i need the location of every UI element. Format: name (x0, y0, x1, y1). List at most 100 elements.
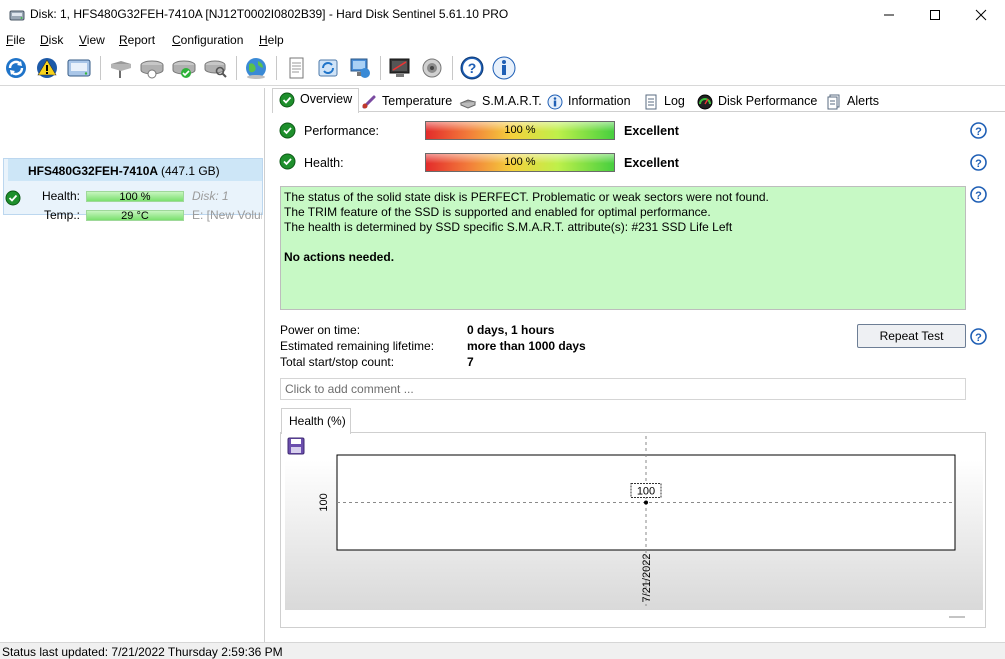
svg-text:?: ? (975, 158, 982, 170)
tab-temperature-label: Temperature (382, 94, 453, 108)
alerts-document-icon (827, 94, 840, 110)
lifetime-label: Estimated remaining lifetime: (280, 339, 435, 353)
info-icon (547, 94, 563, 110)
tab-overview-label: Overview (300, 92, 353, 106)
temp-label: Temp.: (43, 208, 80, 222)
maximize-button[interactable] (912, 0, 958, 30)
alert-warning-icon (37, 58, 57, 78)
disk-test-icon (140, 60, 164, 79)
update-button[interactable] (314, 54, 342, 82)
disk-info-icon (67, 59, 91, 77)
close-button[interactable] (958, 0, 1004, 30)
status-line: The status of the solid state disk is PE… (284, 190, 769, 204)
lifetime-value: more than 1000 days (467, 339, 586, 353)
tab-disk-performance[interactable]: Disk Performance (690, 90, 824, 112)
tab-smart-label: S.M.A.R.T. (482, 94, 542, 108)
comment-input[interactable]: Click to add comment ... (280, 378, 966, 400)
tab-overview[interactable]: Overview (272, 88, 360, 113)
disk-capacity: (447.1 GB) (160, 164, 220, 178)
close-icon (975, 9, 987, 21)
disk-ok-icon (172, 60, 196, 78)
network-icon (350, 58, 370, 78)
minimize-button[interactable] (866, 0, 912, 30)
volume-label: E: [New Volume] (192, 208, 262, 222)
disk-search-button[interactable] (202, 54, 230, 82)
svg-text:?: ? (468, 60, 477, 76)
status-bar: Status last updated: 7/21/2022 Thursday … (0, 642, 1005, 659)
health-row-label: Health: (304, 156, 344, 170)
startstop-label: Total start/stop count: (280, 355, 395, 369)
y-tick-label: 100 (318, 493, 330, 511)
maximize-icon (930, 10, 940, 20)
tab-log[interactable]: Log (636, 90, 692, 112)
menu-help[interactable]: Help (259, 33, 284, 47)
svg-text:?: ? (975, 190, 982, 202)
tab-log-label: Log (664, 94, 685, 108)
menu-view[interactable]: View (79, 33, 105, 47)
disk-info-button[interactable] (65, 54, 93, 82)
alert-button[interactable] (33, 54, 61, 82)
health-row-ok-icon (279, 153, 296, 170)
toolbar: ? (0, 50, 1005, 86)
menu-file[interactable]: File (6, 33, 25, 47)
repeat-help-icon[interactable]: ? (970, 328, 987, 345)
sound-icon (422, 58, 442, 78)
about-icon (492, 56, 516, 80)
performance-bar: 100 % (425, 121, 615, 140)
data-point (644, 500, 648, 505)
tab-smart[interactable]: S.M.A.R.T. (452, 90, 549, 112)
performance-label: Performance: (304, 124, 380, 138)
monitor-button[interactable] (386, 54, 414, 82)
performance-help-icon[interactable]: ? (970, 122, 987, 139)
about-button[interactable] (490, 54, 518, 82)
help-icon: ? (460, 56, 484, 80)
toolbar-separator (452, 56, 453, 80)
tab-temperature[interactable]: Temperature (354, 90, 459, 112)
report-icon (289, 57, 304, 79)
disk-test-button[interactable] (138, 54, 166, 82)
tab-information-label: Information (568, 94, 631, 108)
status-action: No actions needed. (284, 250, 395, 264)
status-line: The health is determined by SSD specific… (284, 220, 733, 234)
disk-card[interactable]: HFS480G32FEH-7410A (447.1 GB) Health: 10… (3, 158, 263, 222)
log-document-icon (645, 94, 657, 110)
minimize-icon (884, 14, 894, 16)
help-button[interactable]: ? (458, 54, 486, 82)
toolbar-separator (276, 56, 277, 80)
menu-configuration[interactable]: Configuration (172, 33, 243, 47)
network-button[interactable] (346, 54, 374, 82)
title-bar: Disk: 1, HFS480G32FEH-7410A [NJ12T0002I0… (0, 0, 1005, 30)
disk-search-icon (204, 60, 227, 78)
x-tick-label: 7/21/2022 (641, 554, 653, 603)
disk-ok-button[interactable] (170, 54, 198, 82)
tab-alerts-label: Alerts (847, 94, 879, 108)
surface-test-button[interactable] (106, 54, 134, 82)
health-help-icon[interactable]: ? (970, 154, 987, 171)
tab-alerts[interactable]: Alerts (819, 90, 886, 112)
menu-bar: File Disk View Report Configuration Help (0, 30, 1005, 50)
menu-disk[interactable]: Disk (40, 33, 63, 47)
startstop-value: 7 (467, 355, 474, 369)
power-on-value: 0 days, 1 hours (467, 323, 555, 337)
data-label: 100 (637, 486, 655, 498)
web-button[interactable] (242, 54, 270, 82)
tab-strip: Overview Temperature S.M.A.R.T. Informat… (272, 88, 1005, 113)
disk-model: HFS480G32FEH-7410A (28, 164, 158, 178)
window-title: Disk: 1, HFS480G32FEH-7410A [NJ12T0002I0… (30, 7, 509, 21)
chart-tab-health[interactable]: Health (%) (281, 408, 351, 434)
menu-report[interactable]: Report (119, 33, 155, 47)
status-line: The TRIM feature of the SSD is supported… (284, 205, 711, 219)
refresh-button[interactable] (2, 54, 30, 82)
report-button[interactable] (282, 54, 310, 82)
status-help-icon[interactable]: ? (970, 186, 987, 203)
sound-button[interactable] (418, 54, 446, 82)
health-bar: 100 % (425, 153, 615, 172)
smart-disk-icon (459, 99, 477, 109)
performance-ok-icon (279, 122, 296, 139)
chart-scroll-handle-icon[interactable] (948, 614, 966, 620)
thermometer-icon (362, 95, 376, 109)
tab-information[interactable]: Information (540, 90, 638, 112)
svg-text:?: ? (975, 332, 982, 344)
repeat-test-button[interactable]: Repeat Test (857, 324, 966, 348)
disk-card-header: HFS480G32FEH-7410A (447.1 GB) (8, 159, 262, 181)
